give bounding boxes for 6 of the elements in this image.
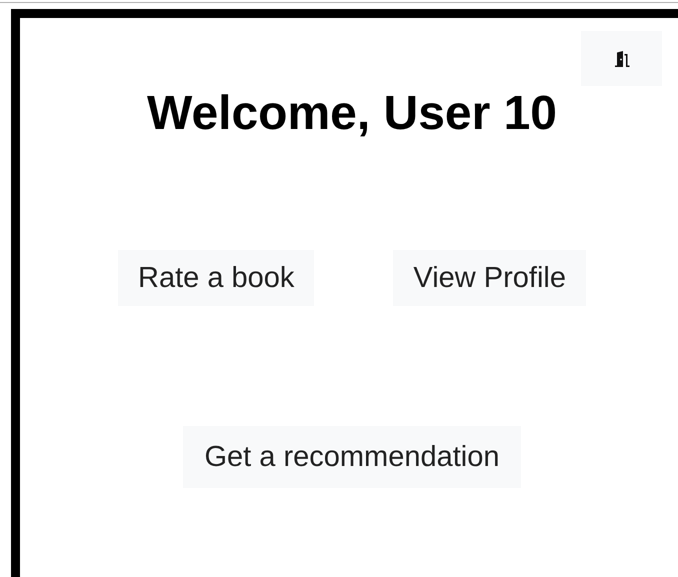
recommendation-button[interactable]: Get a recommendation: [182, 426, 522, 488]
welcome-heading: Welcome, User 10: [146, 86, 558, 142]
menu-button[interactable]: View Profile: [393, 250, 586, 306]
logout-button[interactable]: [581, 31, 662, 86]
door-exit-icon: [612, 50, 630, 68]
menu-button[interactable]: Rate a book: [118, 250, 314, 306]
